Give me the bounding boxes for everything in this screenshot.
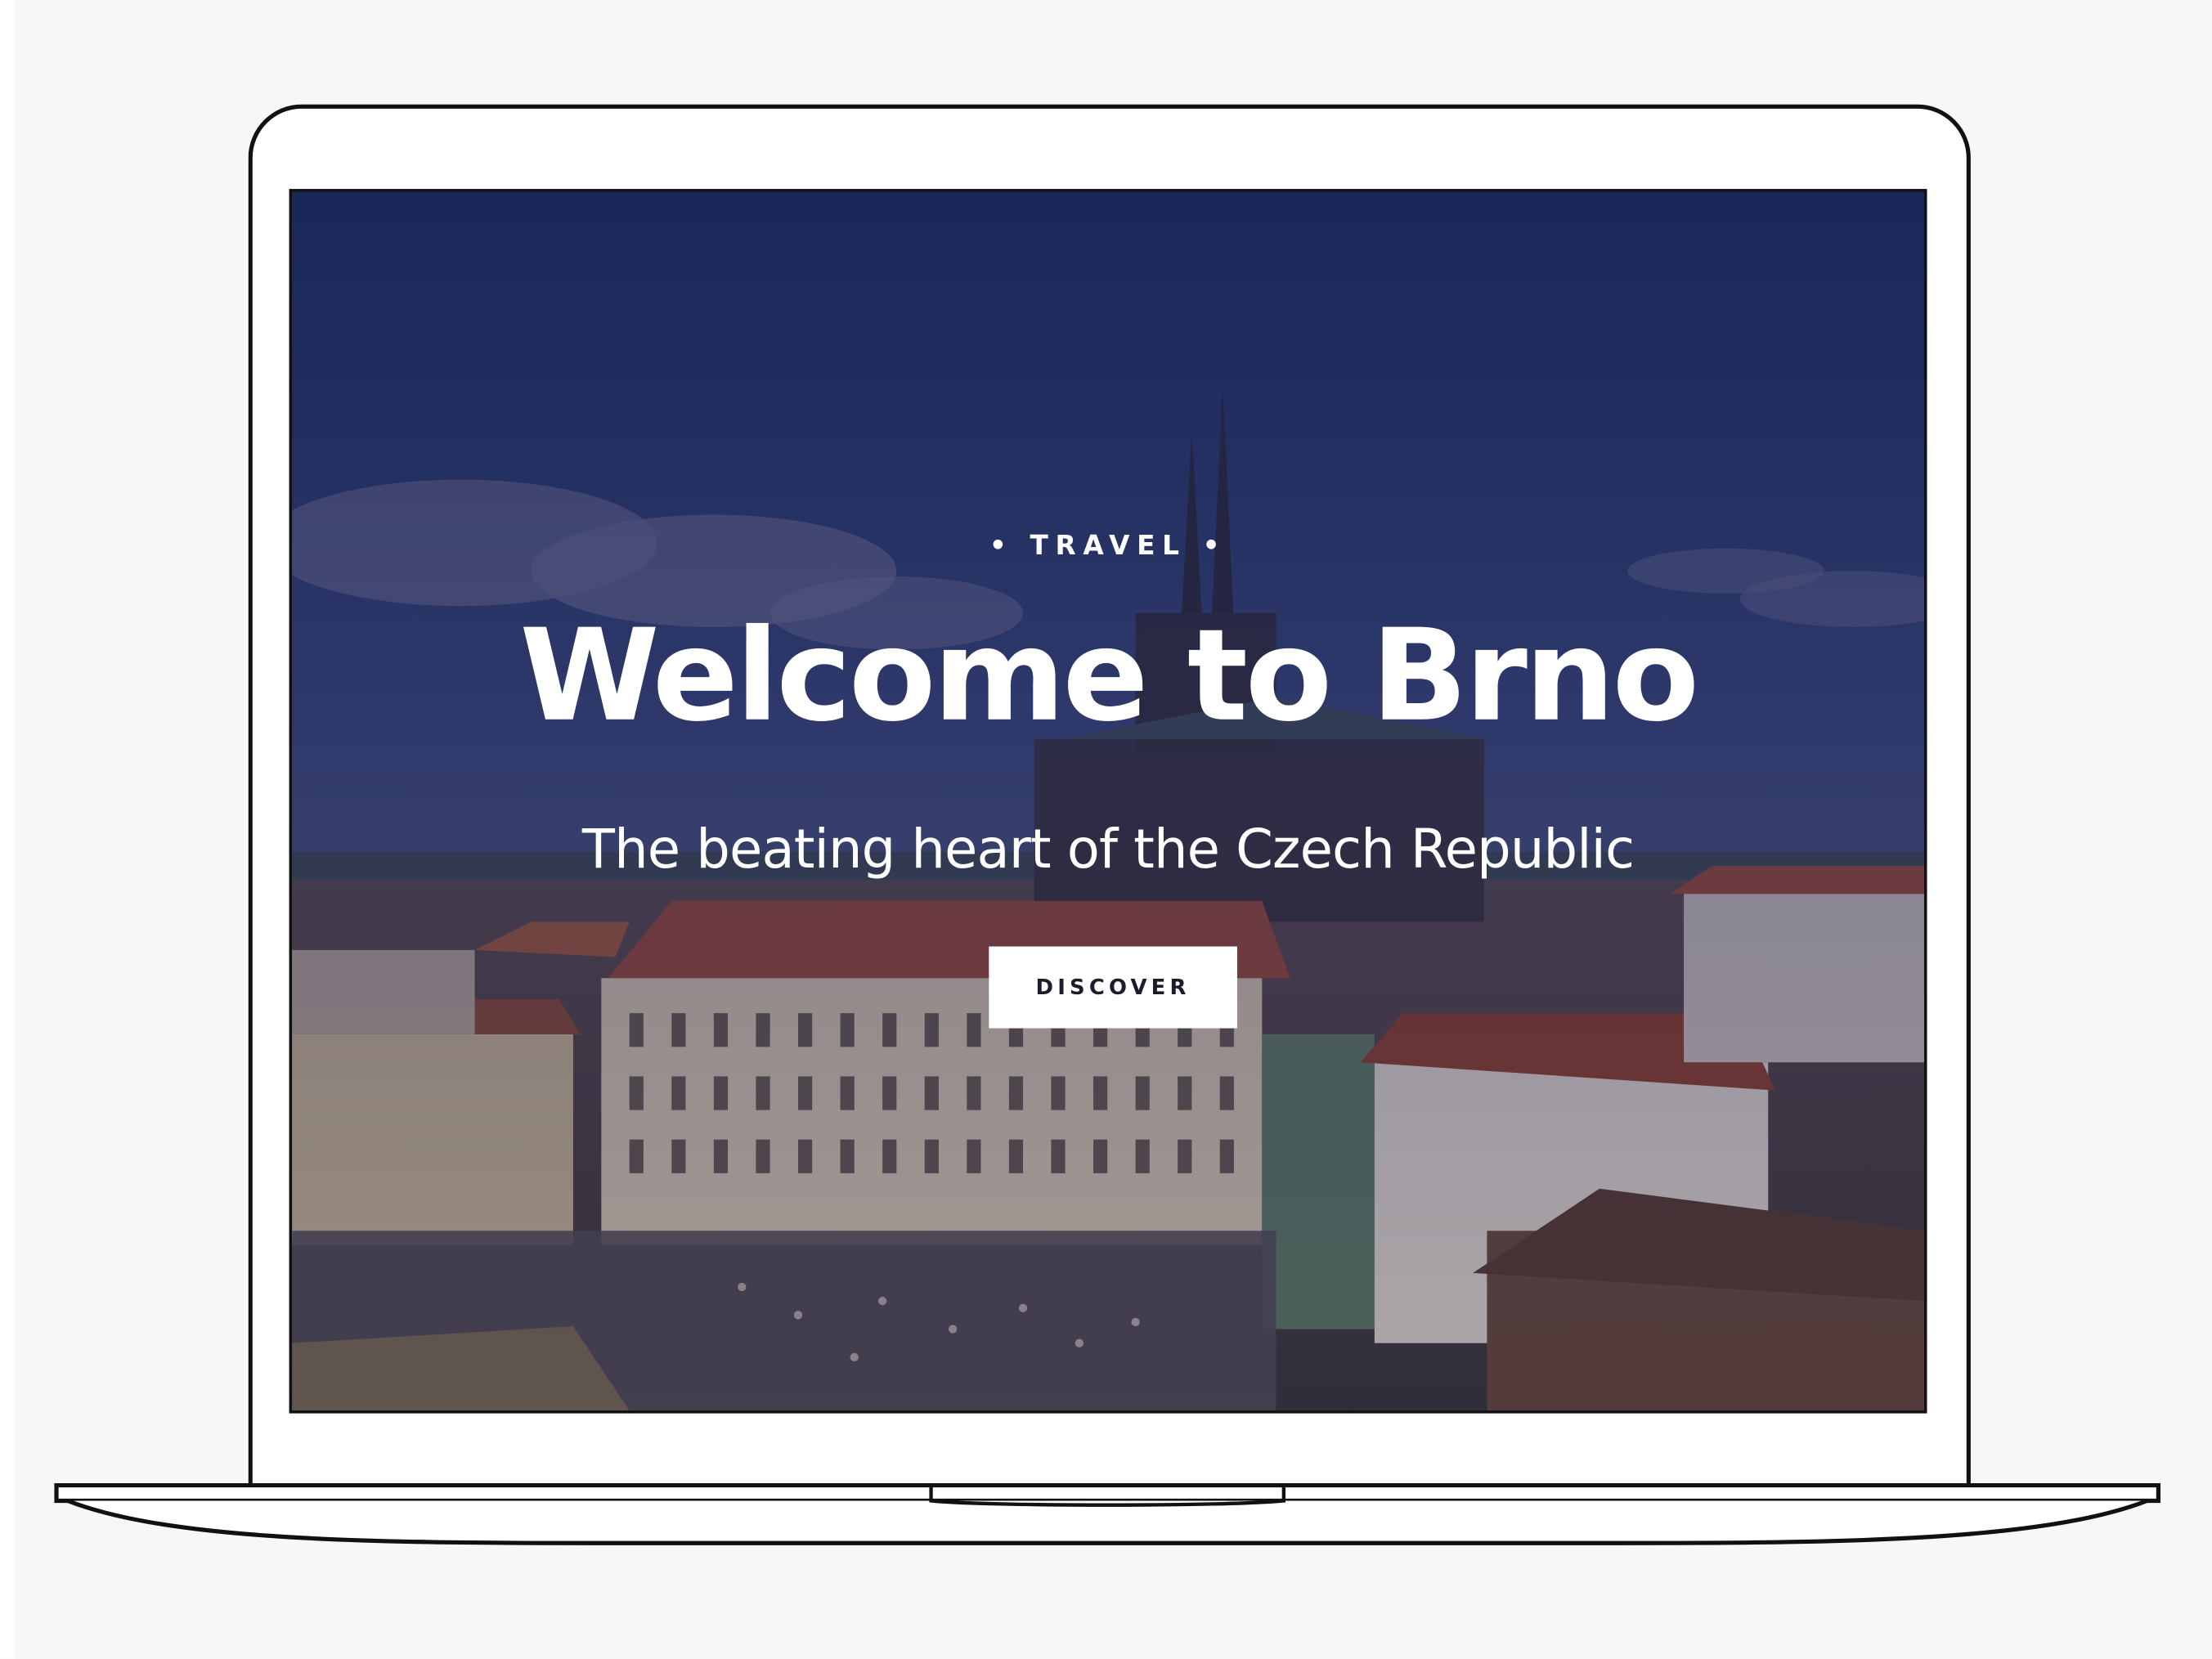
page-edge — [0, 0, 15, 1659]
hero-section: • TRAVEL • Welcome to Brno The beating h… — [292, 192, 1924, 1410]
discover-button[interactable]: DISCOVER — [989, 946, 1237, 1029]
hero-title: Welcome to Brno — [519, 602, 1699, 751]
hero-eyebrow: • TRAVEL • — [989, 530, 1227, 562]
hero-subtitle: The beating heart of the Czech Republic — [581, 818, 1635, 881]
mockup-stage: • TRAVEL • Welcome to Brno The beating h… — [0, 0, 2212, 1659]
laptop-screen: • TRAVEL • Welcome to Brno The beating h… — [289, 189, 1927, 1414]
laptop-base — [54, 1482, 2160, 1545]
